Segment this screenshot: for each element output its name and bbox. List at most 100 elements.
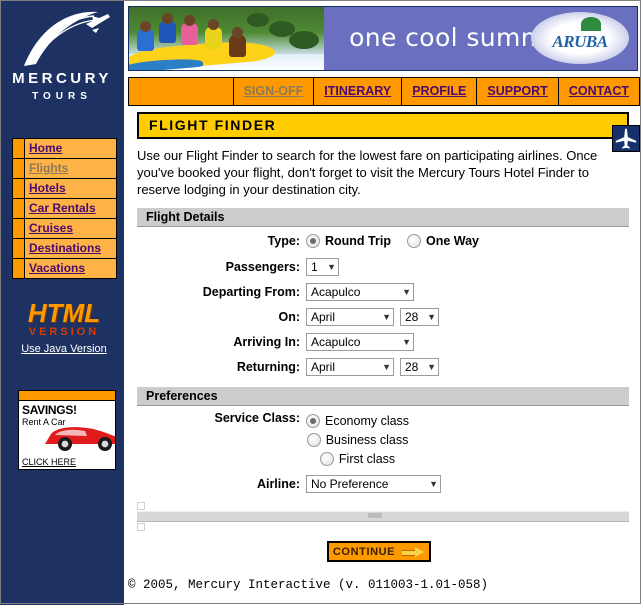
select-arriving-in[interactable]: Acapulco ▼: [306, 332, 414, 351]
advertisement-banner[interactable]: one cool summer ARUBA: [128, 6, 638, 71]
page-title: FLIGHT FINDER: [149, 117, 277, 133]
select-value: 1: [311, 259, 318, 274]
topnav-item-contact[interactable]: CONTACT: [559, 78, 639, 105]
label-returning: Returning:: [236, 359, 300, 374]
brand-logo[interactable]: MERCURY TOURS: [0, 0, 124, 120]
html-version-badge: HTML VERSION Use Java Version: [12, 300, 116, 356]
topnav-item-profile[interactable]: PROFILE: [402, 78, 478, 105]
arrow-right-icon: [402, 546, 425, 557]
radio-round-trip[interactable]: [306, 233, 320, 248]
form-row-return-date: Returning: April ▼ 28 ▼: [137, 354, 629, 379]
radio-label-economy-class[interactable]: Economy class: [325, 414, 409, 428]
sidebar-item-hotels[interactable]: Hotels: [13, 179, 116, 199]
sidebar-item-label: Flights: [29, 161, 69, 175]
sidebar-item-label: Vacations: [29, 261, 86, 275]
airplane-icon: [612, 125, 640, 152]
form-row-depart-date: On: April ▼ 28 ▼: [137, 304, 629, 329]
form-row-type: Type: Round Trip One Way: [137, 227, 629, 254]
sidebar-item-label: Destinations: [29, 241, 102, 255]
chevron-down-icon: ▼: [402, 336, 411, 347]
select-depart-day[interactable]: 28 ▼: [400, 307, 439, 326]
scrollbar-track[interactable]: [137, 511, 629, 522]
radio-label-first-class[interactable]: First class: [339, 452, 395, 466]
sidebar-item-label: Home: [29, 141, 63, 155]
red-car-icon: [45, 427, 115, 451]
section-label: Preferences: [146, 389, 218, 403]
flight-details-form: Type: Round Trip One Way Passengers: 1 ▼: [137, 227, 629, 379]
form-row-departing-from: Departing From: Acapulco ▼: [137, 279, 629, 304]
select-value: Acapulco: [311, 284, 361, 299]
select-value: 28: [405, 359, 419, 374]
section-label: Flight Details: [146, 210, 225, 224]
sidebar-item-home[interactable]: Home: [13, 139, 116, 159]
preferences-form: Service Class: Economy class Business cl…: [137, 406, 629, 496]
label-arriving-in: Arriving In:: [233, 334, 300, 349]
label-airline: Airline:: [256, 476, 300, 491]
select-value: No Preference: [311, 476, 389, 491]
savings-ad-cta[interactable]: CLICK HERE: [22, 457, 76, 467]
bullet-icon: [13, 259, 25, 278]
continue-button-container: CONTINUE: [128, 541, 629, 562]
option-economy-class[interactable]: Economy class: [306, 411, 425, 430]
horizontal-scrollbar[interactable]: [137, 502, 629, 531]
label-departing-from: Departing From:: [202, 284, 300, 299]
radio-business-class[interactable]: [306, 432, 321, 447]
sidebar-item-cruises[interactable]: Cruises: [13, 219, 116, 239]
radio-label-one-way[interactable]: One Way: [426, 234, 479, 248]
select-value: 28: [405, 309, 419, 324]
savings-ad-title: SAVINGS!: [22, 403, 77, 417]
select-return-day[interactable]: 28 ▼: [400, 357, 439, 376]
bullet-icon: [13, 159, 25, 178]
bullet-icon: [13, 179, 25, 198]
scrollbar-thumb[interactable]: [368, 513, 383, 518]
use-java-version-link[interactable]: Use Java Version: [12, 343, 116, 356]
radio-one-way[interactable]: [406, 233, 421, 248]
select-value: April: [311, 359, 336, 374]
html-version-title: HTML: [27, 298, 101, 328]
chevron-down-icon: ▼: [382, 311, 391, 322]
scrollbar-tick: [137, 502, 145, 510]
savings-ad[interactable]: SAVINGS! Rent A Car CLICK HERE: [18, 390, 116, 470]
footer-copyright: © 2005, Mercury Interactive (v. 011003-1…: [128, 578, 489, 592]
form-row-passengers: Passengers: 1 ▼: [137, 254, 629, 279]
aruba-wordmark: ARUBA: [552, 32, 608, 51]
select-return-month[interactable]: April ▼: [306, 357, 394, 376]
chevron-down-icon: ▼: [429, 478, 438, 489]
chevron-down-icon: ▼: [427, 361, 436, 372]
page-title-bar: FLIGHT FINDER: [137, 112, 629, 139]
sidebar-item-label: Car Rentals: [29, 201, 96, 215]
airplane-swoosh-icon: [24, 11, 110, 66]
select-passengers[interactable]: 1 ▼: [306, 257, 339, 276]
sidebar-item-car-rentals[interactable]: Car Rentals: [13, 199, 116, 219]
section-header-flight-details: Flight Details: [137, 208, 629, 227]
radio-first-class[interactable]: [319, 451, 334, 466]
topnav-item-itinerary[interactable]: ITINERARY: [314, 78, 403, 105]
chevron-down-icon: ▼: [402, 286, 411, 297]
savings-ad-body: SAVINGS! Rent A Car CLICK HERE: [19, 401, 115, 468]
top-navigation-bar: SIGN-OFF ITINERARY PROFILE SUPPORT CONTA…: [128, 77, 640, 106]
label-service-class: Service Class:: [214, 411, 300, 425]
radio-label-business-class[interactable]: Business class: [326, 433, 409, 447]
topnav-item-support[interactable]: SUPPORT: [477, 78, 559, 105]
option-first-class[interactable]: First class: [319, 449, 411, 468]
sidebar-item-destinations[interactable]: Destinations: [13, 239, 116, 259]
brand-name-primary: MERCURY: [12, 70, 112, 87]
bullet-icon: [13, 139, 25, 158]
topnav-item-sign-off[interactable]: SIGN-OFF: [234, 78, 315, 105]
continue-button-label: CONTINUE: [332, 545, 396, 558]
banner-photo: [129, 7, 324, 70]
radio-label-round-trip[interactable]: Round Trip: [325, 234, 391, 248]
brand-name-secondary: TOURS: [32, 91, 92, 102]
select-airline[interactable]: No Preference ▼: [306, 474, 441, 493]
select-depart-month[interactable]: April ▼: [306, 307, 394, 326]
sidebar-item-vacations[interactable]: Vacations: [13, 259, 116, 278]
continue-button[interactable]: CONTINUE: [326, 541, 431, 562]
form-row-airline: Airline: No Preference ▼: [137, 471, 629, 496]
select-departing-from[interactable]: Acapulco ▼: [306, 282, 414, 301]
radio-economy-class[interactable]: [306, 413, 320, 428]
scrollbar-tick: [137, 523, 145, 531]
option-business-class[interactable]: Business class: [306, 430, 425, 449]
sidebar-item-flights[interactable]: Flights: [13, 159, 116, 179]
sidebar: MERCURY TOURS Home Flights Hotels Car Re…: [0, 0, 124, 605]
chevron-down-icon: ▼: [427, 311, 436, 322]
